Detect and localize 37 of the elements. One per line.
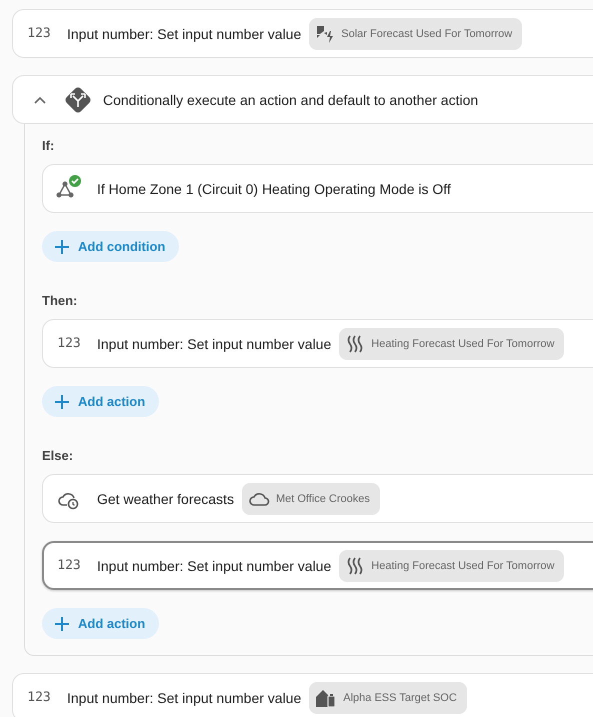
- entity-chip[interactable]: Heating Forecast Used For Tomorrow: [339, 550, 564, 582]
- heat-waves-icon: [345, 334, 366, 354]
- add-button[interactable]: Add condition: [42, 231, 180, 262]
- action-title: If Home Zone 1 (Circuit 0) Heating Operating Mode is Off: [97, 180, 451, 196]
- plus-icon: [54, 238, 70, 254]
- number-icon: 123: [27, 26, 51, 41]
- action-card[interactable]: 123 Input number: Set input number value Heating Forecast Used For Tomorrow: [42, 541, 593, 590]
- add-button[interactable]: Add action: [42, 608, 160, 639]
- action-title: Conditionally execute an action and default to another action: [103, 92, 478, 108]
- action-card[interactable]: If Home Zone 1 (Circuit 0) Heating Operating Mode is Off: [42, 164, 593, 213]
- action-card[interactable]: 123 Input number: Set input number value Alpha ESS Target SOC: [12, 673, 593, 717]
- action-title: Get weather forecasts: [97, 490, 234, 506]
- number-icon: 123: [57, 336, 81, 351]
- entity-chip[interactable]: Met Office Crookes: [242, 482, 380, 514]
- section-label: If:: [42, 138, 56, 153]
- entity-chip[interactable]: Alpha ESS Target SOC: [309, 682, 467, 714]
- heat-waves-icon: [345, 556, 366, 576]
- action-card[interactable]: 123 Input number: Set input number value Heating Forecast Used For Tomorrow: [42, 319, 593, 368]
- choose-action-card[interactable]: Conditionally execute an action and default to another action: [12, 75, 593, 124]
- entity-chip[interactable]: Heating Forecast Used For Tomorrow: [339, 328, 564, 360]
- action-title: Input number: Set input number value: [97, 336, 332, 352]
- plus-icon: [54, 616, 70, 632]
- number-icon: 123: [57, 558, 81, 573]
- plus-icon: [54, 394, 70, 410]
- collapse-chevron-icon[interactable]: [33, 94, 47, 104]
- action-title: Input number: Set input number value: [67, 690, 302, 706]
- action-title: Input number: Set input number value: [97, 558, 332, 574]
- solar-panel-icon: [315, 24, 336, 44]
- section-label: Then:: [42, 293, 78, 308]
- action-card[interactable]: 123 Input number: Set input number value Solar Forecast Used For Tomorrow: [12, 9, 593, 58]
- action-card[interactable]: Get weather forecasts Met Office Crookes: [42, 474, 593, 523]
- house-battery-icon: [315, 688, 338, 708]
- section-label: Else:: [42, 448, 74, 463]
- entity-chip[interactable]: Solar Forecast Used For Tomorrow: [309, 18, 522, 50]
- number-icon: 123: [27, 690, 51, 705]
- add-button[interactable]: Add action: [42, 386, 160, 417]
- action-title: Input number: Set input number value: [67, 26, 302, 42]
